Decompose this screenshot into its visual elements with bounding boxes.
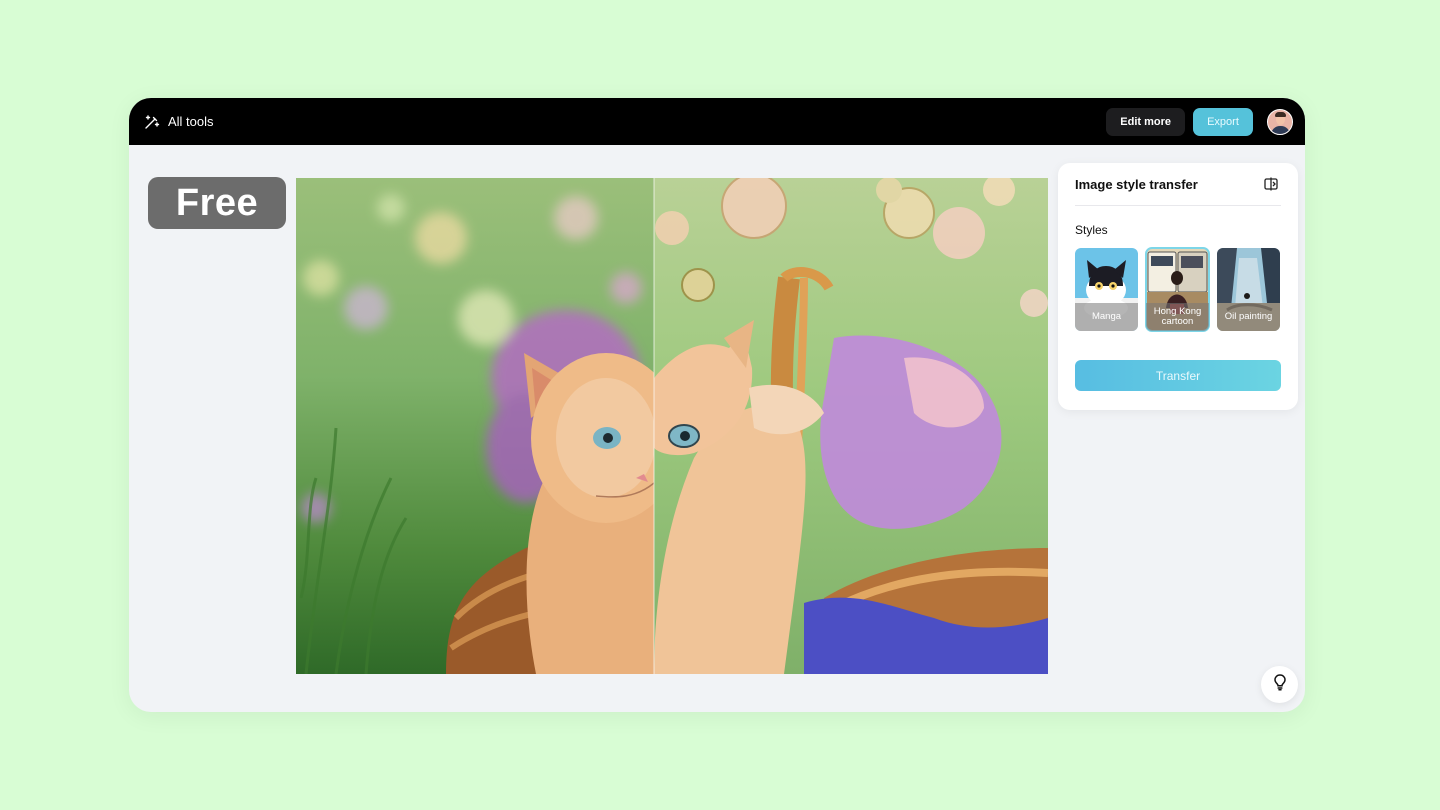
export-button[interactable]: Export <box>1193 107 1253 136</box>
image-canvas[interactable] <box>296 178 1048 674</box>
style-transfer-panel: Image style transfer Styles Manga Hong K… <box>1058 163 1298 410</box>
avatar[interactable] <box>1267 108 1293 135</box>
top-bar: All tools Edit more Export <box>129 98 1305 145</box>
style-option-oil-painting[interactable]: Oil painting <box>1217 248 1280 331</box>
magic-wand-icon <box>144 114 160 130</box>
all-tools-label: All tools <box>168 114 214 129</box>
tip-button[interactable] <box>1261 666 1298 703</box>
lightbulb-icon <box>1271 673 1289 696</box>
free-badge: Free <box>148 177 286 229</box>
transfer-button[interactable]: Transfer <box>1075 360 1281 391</box>
styled-image <box>654 178 1048 674</box>
panel-divider <box>1075 205 1281 206</box>
all-tools-button[interactable]: All tools <box>144 114 214 130</box>
original-image <box>296 178 654 674</box>
style-label: Oil painting <box>1217 303 1280 331</box>
style-option-hong-kong-cartoon[interactable]: Hong Kong cartoon <box>1145 247 1210 332</box>
compare-divider[interactable] <box>653 178 655 674</box>
top-actions: Edit more Export <box>1106 107 1293 136</box>
panel-title: Image style transfer <box>1075 177 1198 192</box>
edit-more-button[interactable]: Edit more <box>1106 107 1185 136</box>
compare-icon[interactable] <box>1263 176 1279 197</box>
style-option-manga[interactable]: Manga <box>1075 248 1138 331</box>
style-label: Hong Kong cartoon <box>1146 303 1209 331</box>
styles-heading: Styles <box>1075 223 1108 237</box>
style-label: Manga <box>1075 303 1138 331</box>
